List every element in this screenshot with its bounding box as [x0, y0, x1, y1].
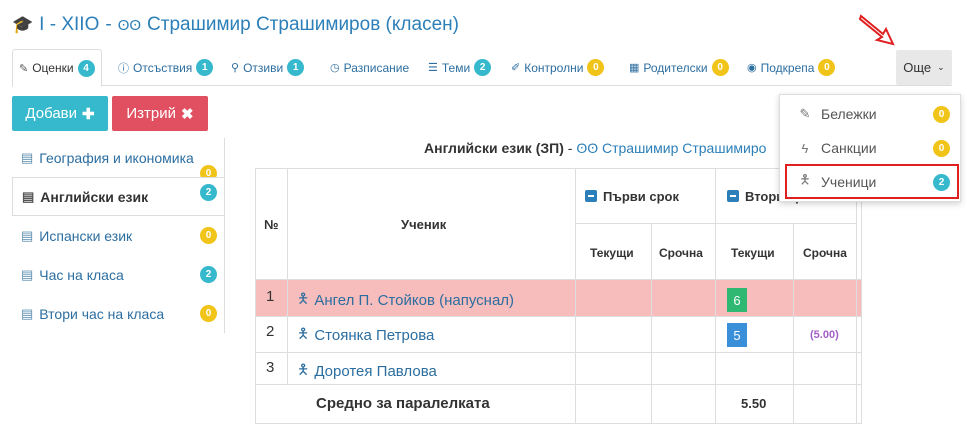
clock-icon: ◷: [330, 62, 340, 74]
col-header-current: Текущи: [590, 246, 634, 260]
glasses-icon: ʘʘ: [576, 140, 599, 156]
tab-badge: 4: [77, 59, 95, 77]
tab-badge: 1: [196, 59, 214, 76]
student-link[interactable]: 🯅 Ангел П. Стойков (напуснал): [297, 288, 514, 312]
subject-list: ▤ География и икономика 0 ▤ Английски ез…: [12, 138, 225, 333]
menu-item-notes[interactable]: ✎ Бележки 0: [780, 97, 960, 131]
tab-badge: 0: [818, 59, 836, 76]
subject-item[interactable]: ▤ Час на класа 2: [12, 255, 225, 294]
row-divider: [255, 384, 862, 385]
book-icon: ▤: [21, 266, 34, 282]
tab-absences[interactable]: ⓘ Отсъствия 1: [118, 49, 214, 86]
row-divider: [255, 316, 862, 317]
average-label: Средно за паралелката: [316, 395, 490, 412]
award-icon: ⚲: [231, 62, 240, 74]
glasses-icon: ʘʘ: [117, 16, 142, 34]
add-button[interactable]: Добави ✚: [12, 96, 108, 131]
subject-badge: 0: [200, 227, 217, 244]
row-divider: [255, 168, 862, 280]
subject-item[interactable]: ▤ Втори час на класа 0: [12, 294, 225, 333]
grades-table: № Ученик Първи срок Втори срок Текущи Ср…: [255, 168, 967, 428]
collapse-icon[interactable]: [727, 190, 739, 202]
menu-badge: 0: [933, 105, 950, 123]
row-number: 1: [266, 288, 275, 305]
plus-icon: ✚: [82, 105, 95, 123]
term-final-grade: (5.00): [810, 329, 839, 341]
class-teacher[interactable]: Страшимир Страшимиров (класен): [147, 14, 459, 36]
pencil-icon: ✎: [19, 62, 29, 75]
student-link[interactable]: 🯅 Стоянка Петрова: [297, 323, 434, 347]
tab-reviews[interactable]: ⚲ Отзиви 1: [231, 49, 305, 86]
chevron-down-icon: ⌄: [937, 62, 945, 72]
info-circle-icon: ⓘ: [118, 62, 129, 75]
subject-heading: Английски език (ЗП) - ʘʘ Страшимир Страш…: [424, 140, 767, 156]
col-header-number: №: [264, 217, 279, 232]
eye-icon: ◉: [747, 62, 757, 74]
subject-item[interactable]: ▤ География и икономика 0: [12, 138, 225, 182]
bolt-icon: ϟ: [801, 140, 809, 156]
tab-support[interactable]: ◉ Подкрепа 0: [747, 49, 836, 86]
menu-item-sanctions[interactable]: ϟ Санкции 0: [780, 131, 960, 165]
note-icon: ✎: [799, 106, 811, 121]
book-icon: ▤: [22, 188, 35, 204]
col-header-student: Ученик: [401, 217, 447, 232]
book-icon: ▤: [21, 227, 34, 243]
row-divider: [255, 352, 862, 353]
col-header-current: Текущи: [731, 246, 775, 260]
divider: [224, 138, 225, 333]
graduation-cap-icon: 🎓: [12, 15, 34, 34]
tab-badge: 2: [474, 59, 492, 76]
subject-item[interactable]: ▤ Испански език 0: [12, 216, 225, 255]
subject-badge: 2: [200, 266, 217, 283]
delete-button[interactable]: Изтрий ✖: [112, 96, 208, 131]
student-link[interactable]: 🯅 Доротея Павлова: [297, 359, 437, 383]
book-icon: ▤: [21, 149, 34, 165]
col-header-final: Срочна: [659, 246, 703, 260]
annotation-arrow-icon: [858, 14, 895, 46]
edit-icon: ✐: [511, 62, 521, 74]
average-value: 5.50: [741, 396, 767, 411]
tab-bar: ✎ Оценки 4 ⓘ Отсъствия 1 ⚲ Отзиви 1 ◷ Ра…: [12, 49, 952, 87]
student-icon: 🯅: [297, 290, 310, 306]
collapse-icon[interactable]: [585, 190, 597, 202]
row-number: 3: [266, 359, 275, 376]
tab-schedule[interactable]: ◷ Разписание: [330, 49, 409, 86]
page-title: 🎓 I - XIIO - ʘʘ Страшимир Страшимиров (к…: [12, 14, 459, 36]
tab-topics[interactable]: ☰ Теми 2: [428, 49, 492, 86]
student-icon: 🯅: [297, 325, 310, 341]
list-icon: ☰: [428, 62, 438, 74]
grade-badge[interactable]: 6: [727, 288, 747, 312]
book-icon: ▤: [21, 305, 34, 321]
highlight-box: [785, 164, 959, 199]
term1-header[interactable]: Първи срок: [585, 189, 679, 204]
subject-badge: 2: [200, 184, 217, 201]
tab-parents[interactable]: ▦ Родителски 0: [629, 49, 729, 86]
subject-badge: 0: [200, 305, 217, 322]
class-name[interactable]: I - XIIO: [39, 14, 99, 36]
more-dropdown-button[interactable]: Още ⌄: [896, 50, 952, 85]
tab-badge: 0: [587, 59, 605, 76]
tab-tests[interactable]: ✐ Контролни 0: [511, 49, 605, 86]
row-number: 2: [266, 323, 275, 340]
tab-badge: 1: [287, 59, 305, 76]
subject-teacher-link[interactable]: Страшимир Страшимиро: [602, 140, 766, 156]
student-icon: 🯅: [297, 361, 310, 377]
grade-badge[interactable]: 5: [727, 323, 747, 347]
times-icon: ✖: [181, 105, 194, 123]
tab-badge: 0: [711, 59, 729, 76]
tab-grades[interactable]: ✎ Оценки 4: [12, 49, 102, 87]
calendar-icon: ▦: [629, 62, 640, 74]
col-header-final: Срочна: [803, 246, 847, 260]
menu-badge: 0: [933, 139, 950, 157]
subject-item-active[interactable]: ▤ Английски език 2: [12, 177, 225, 216]
